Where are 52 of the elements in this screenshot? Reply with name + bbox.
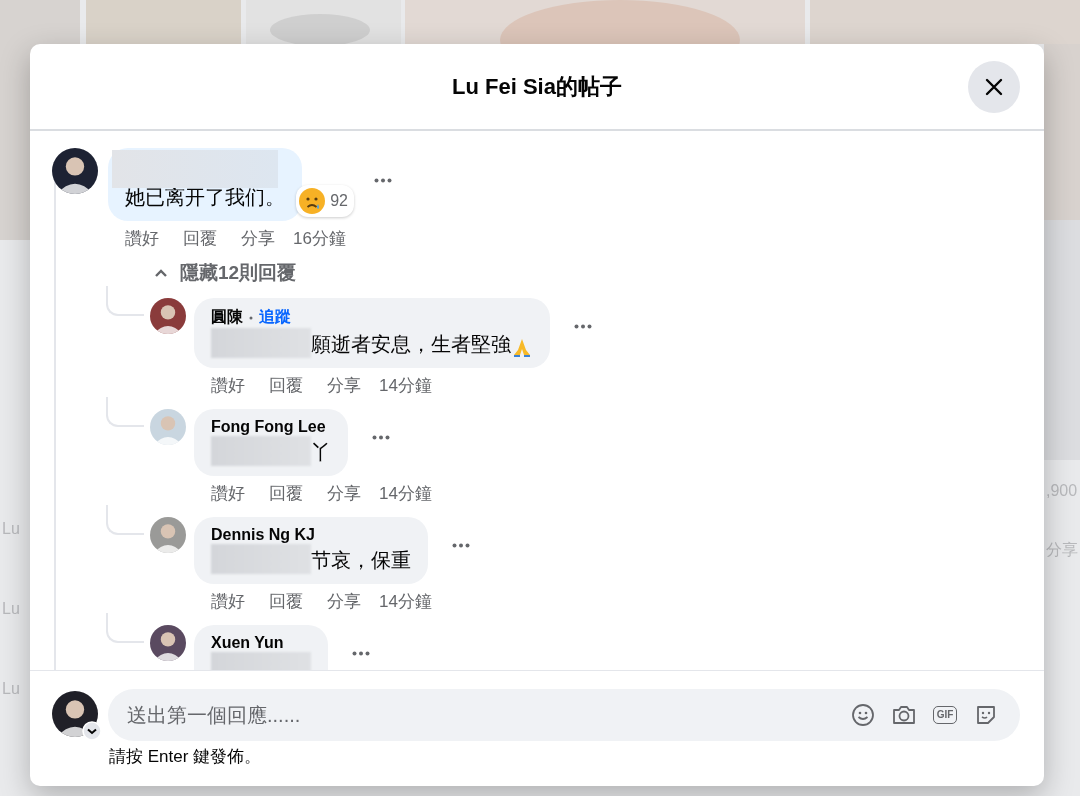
comment-action-link[interactable]: 分享 [327, 482, 361, 505]
comment-action-link[interactable]: 回覆 [269, 482, 303, 505]
gif-button[interactable]: GIF [925, 697, 965, 733]
reply-text: 丫 [311, 440, 331, 465]
sticker-icon [974, 703, 998, 727]
comment-text: 她已离开了我们。 [125, 185, 285, 210]
reply-author[interactable]: 圓陳 [211, 307, 243, 328]
more-icon [452, 543, 470, 548]
comment-input-field[interactable]: 送出第一個回應...... GIF [108, 689, 1020, 741]
comment-time: 14分鐘 [379, 375, 432, 397]
comment-time: 14分鐘 [379, 591, 432, 613]
comment-action-link[interactable]: 分享 [327, 374, 361, 397]
camera-icon [891, 703, 917, 727]
reply-text: 节哀，保重 [311, 548, 411, 573]
close-icon [984, 77, 1004, 97]
reaction-pill[interactable]: 92 [296, 185, 354, 217]
comment-action-link[interactable]: 讚好 [125, 227, 159, 250]
enter-hint: 請按 Enter 鍵發佈。 [109, 746, 263, 768]
comment-action-link[interactable]: 回覆 [183, 227, 217, 250]
comment-action-link[interactable]: 回覆 [269, 374, 303, 397]
replier-avatar[interactable] [150, 625, 186, 661]
thread-connector [106, 505, 144, 535]
more-icon [374, 178, 392, 183]
user-avatar[interactable] [52, 691, 98, 737]
commenter-avatar[interactable] [52, 148, 98, 194]
sad-face-icon [298, 187, 327, 215]
reply-author[interactable]: Xuen Yun [211, 634, 284, 652]
comment-action-link[interactable]: 讚好 [211, 374, 245, 397]
more-icon [574, 324, 592, 329]
comment-action-link[interactable]: 回覆 [269, 590, 303, 613]
chevron-down-icon[interactable] [82, 721, 102, 741]
follow-link[interactable]: 追蹤 [259, 307, 291, 328]
thread-connector [106, 397, 144, 427]
dialog-title: Lu Fei Sia的帖子 [452, 72, 622, 101]
smiley-icon [851, 703, 875, 727]
reaction-count: 92 [330, 192, 348, 210]
comment-action-link[interactable]: 分享 [327, 590, 361, 613]
more-icon [372, 435, 390, 440]
comment-action-link[interactable]: 讚好 [211, 590, 245, 613]
reply-author[interactable]: Fong Fong Lee [211, 418, 326, 436]
thread-connector [106, 613, 144, 643]
comment-action-link[interactable]: 讚好 [211, 482, 245, 505]
reply-text: 願逝者安息，生者堅強 [311, 332, 511, 357]
thread-connector [106, 286, 144, 316]
comment-time: 14分鐘 [379, 483, 432, 505]
hide-replies-button[interactable]: 隱藏12則回覆 [154, 260, 297, 286]
more-icon [352, 651, 370, 656]
replier-avatar[interactable] [150, 298, 186, 334]
comment-action-link[interactable]: 分享 [241, 227, 275, 250]
comment-time: 16分鐘 [293, 228, 346, 250]
close-button[interactable] [968, 61, 1020, 113]
reply-author[interactable]: Dennis Ng KJ [211, 526, 315, 544]
